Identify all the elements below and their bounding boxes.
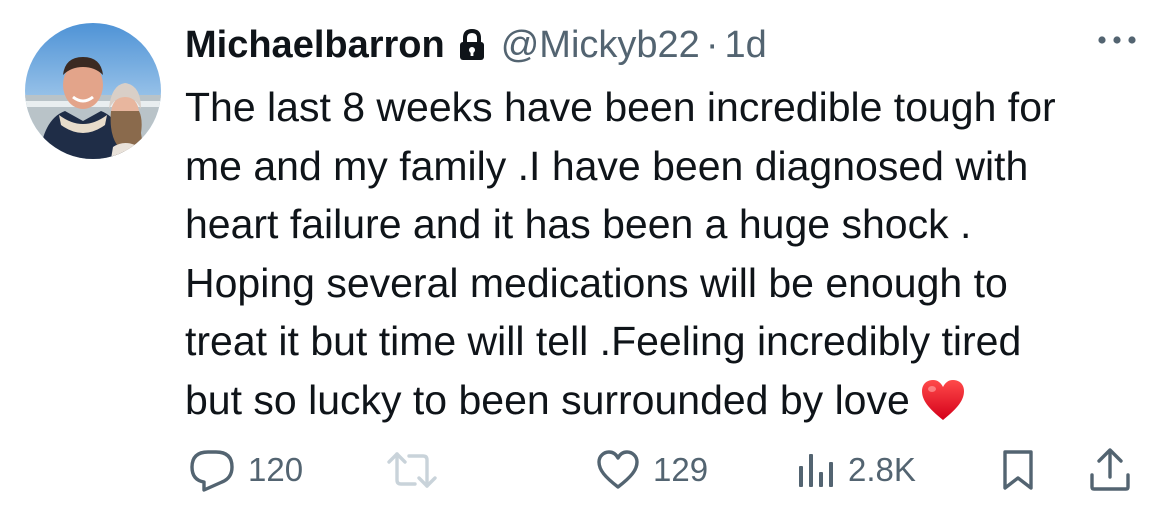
share-icon [1086,447,1134,493]
tweet-line: heart failure and it has been a huge sho… [185,201,972,247]
tweet-text: The last 8 weeks have been incredible to… [185,78,1160,429]
tweet-line: Hoping several medications will be enoug… [185,259,1008,306]
bookmark-button[interactable] [1000,445,1036,495]
retweet-button[interactable] [385,445,439,495]
bookmark-icon [1000,448,1036,492]
share-button[interactable] [1086,445,1134,495]
tweet-line: me and my family .I have been diagnosed … [185,142,1029,189]
like-button[interactable]: 129 [595,445,708,495]
tweet[interactable]: Michaelbarron @Mickyb22 · 1d The last 8 … [0,0,1170,519]
lock-icon [457,28,487,62]
user-handle[interactable]: @Mickyb22 [501,24,700,67]
views-count: 2.8K [848,451,916,488]
avatar[interactable] [25,23,161,159]
red-heart-emoji [920,378,966,422]
speech-bubble-icon [188,448,236,492]
timestamp[interactable]: 1d [724,24,766,67]
retweet-icon [385,448,439,492]
views-button[interactable]: 2.8K [796,445,916,495]
tweet-header: Michaelbarron @Mickyb22 · 1d [185,20,767,70]
tweet-line: but so lucky to been surrounded by love [185,376,910,423]
tweet-line: The last 8 weeks have been incredible to… [185,84,1056,130]
reply-button[interactable]: 120 [188,445,303,495]
like-count: 129 [653,451,709,488]
reply-count: 120 [248,451,304,488]
avatar-photo [25,23,161,159]
heart-outline-icon [595,449,641,491]
more-horizontal-icon[interactable] [1094,30,1140,50]
tweet-line: treat it but time will tell .Feeling inc… [185,318,1022,364]
separator-dot: · [705,23,719,66]
bar-chart-icon [796,450,836,490]
action-bar: 120 129 2.8K [0,445,1170,495]
display-name[interactable]: Michaelbarron [185,24,445,67]
